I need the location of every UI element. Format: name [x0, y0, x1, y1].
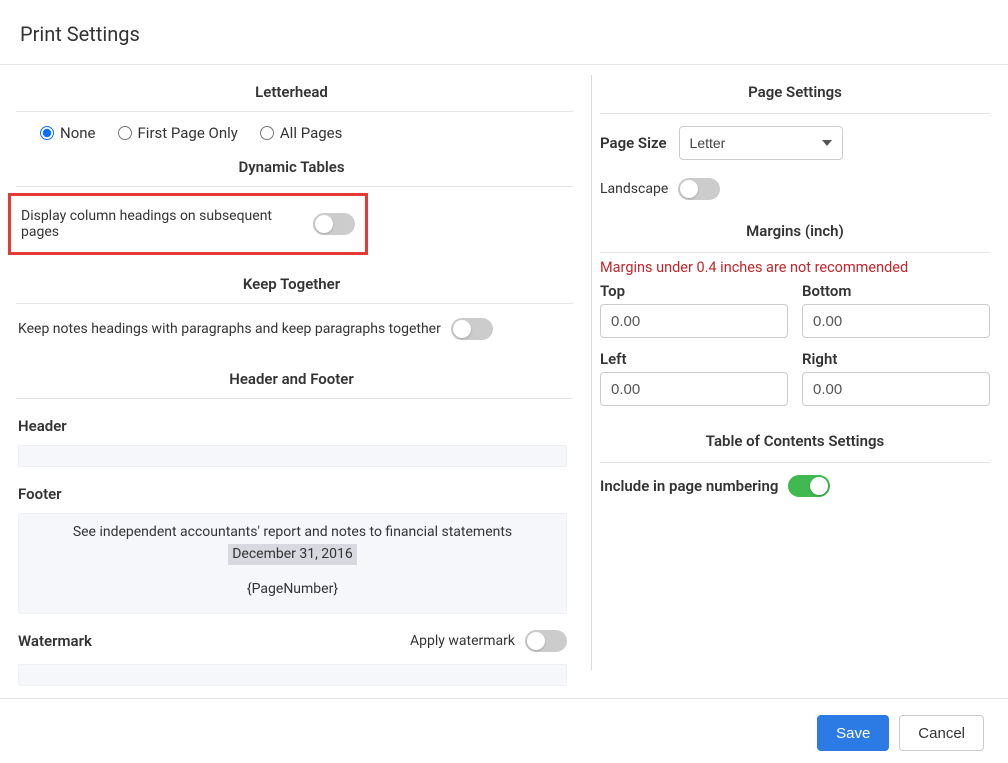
letterhead-radio-none-label: None: [60, 124, 96, 142]
watermark-textbox[interactable]: [18, 664, 567, 686]
display-cols-toggle[interactable]: [313, 213, 355, 235]
highlight-box: Display column headings on subsequent pa…: [8, 193, 368, 255]
footer-pagenum-token: {PageNumber}: [29, 579, 556, 601]
letterhead-radio-first-input[interactable]: [118, 126, 132, 140]
margins-warning: Margins under 0.4 inches are not recomme…: [600, 253, 990, 278]
page-size-select[interactable]: Letter: [679, 126, 843, 160]
toc-heading: Table of Contents Settings: [600, 414, 990, 462]
letterhead-radio-group: None First Page Only All Pages: [0, 112, 583, 156]
landscape-toggle[interactable]: [678, 178, 720, 200]
page-title: Print Settings: [0, 0, 1008, 64]
margin-right-label: Right: [802, 350, 990, 372]
letterhead-heading: Letterhead: [0, 65, 583, 111]
margin-bottom-input[interactable]: [802, 304, 990, 338]
margin-left-label: Left: [600, 350, 788, 372]
margin-bottom-label: Bottom: [802, 282, 990, 304]
header-label: Header: [0, 399, 583, 445]
landscape-label: Landscape: [600, 181, 668, 197]
keep-notes-label: Keep notes headings with paragraphs and …: [18, 321, 441, 337]
keep-together-heading: Keep Together: [0, 259, 583, 303]
apply-watermark-label: Apply watermark: [410, 633, 515, 649]
dynamic-tables-heading: Dynamic Tables: [0, 156, 583, 186]
footer-date-token: December 31, 2016: [228, 544, 357, 566]
footer-label: Footer: [0, 467, 583, 513]
save-button[interactable]: Save: [817, 715, 889, 751]
keep-notes-toggle[interactable]: [451, 318, 493, 340]
letterhead-radio-none[interactable]: None: [40, 124, 96, 142]
margin-top-label: Top: [600, 282, 788, 304]
page-settings-heading: Page Settings: [600, 65, 990, 113]
include-page-numbering-label: Include in page numbering: [600, 477, 778, 495]
letterhead-radio-first-label: First Page Only: [138, 124, 238, 142]
margin-top-input[interactable]: [600, 304, 788, 338]
margin-right-input[interactable]: [802, 372, 990, 406]
watermark-label: Watermark: [18, 632, 92, 650]
apply-watermark-toggle[interactable]: [525, 630, 567, 652]
include-page-numbering-toggle[interactable]: [788, 475, 830, 497]
letterhead-radio-none-input[interactable]: [40, 126, 54, 140]
letterhead-radio-first[interactable]: First Page Only: [118, 124, 238, 142]
letterhead-radio-all-label: All Pages: [280, 124, 342, 142]
letterhead-radio-all[interactable]: All Pages: [260, 124, 342, 142]
header-textbox[interactable]: [18, 445, 567, 467]
page-size-label: Page Size: [600, 134, 667, 152]
margin-left-input[interactable]: [600, 372, 788, 406]
footer-textbox[interactable]: See independent accountants' report and …: [18, 513, 567, 614]
letterhead-radio-all-input[interactable]: [260, 126, 274, 140]
margins-heading: Margins (inch): [600, 204, 990, 252]
cancel-button[interactable]: Cancel: [899, 715, 984, 751]
display-cols-label: Display column headings on subsequent pa…: [21, 208, 303, 240]
footer-line1: See independent accountants' report and …: [29, 522, 556, 544]
header-footer-heading: Header and Footer: [0, 354, 583, 398]
